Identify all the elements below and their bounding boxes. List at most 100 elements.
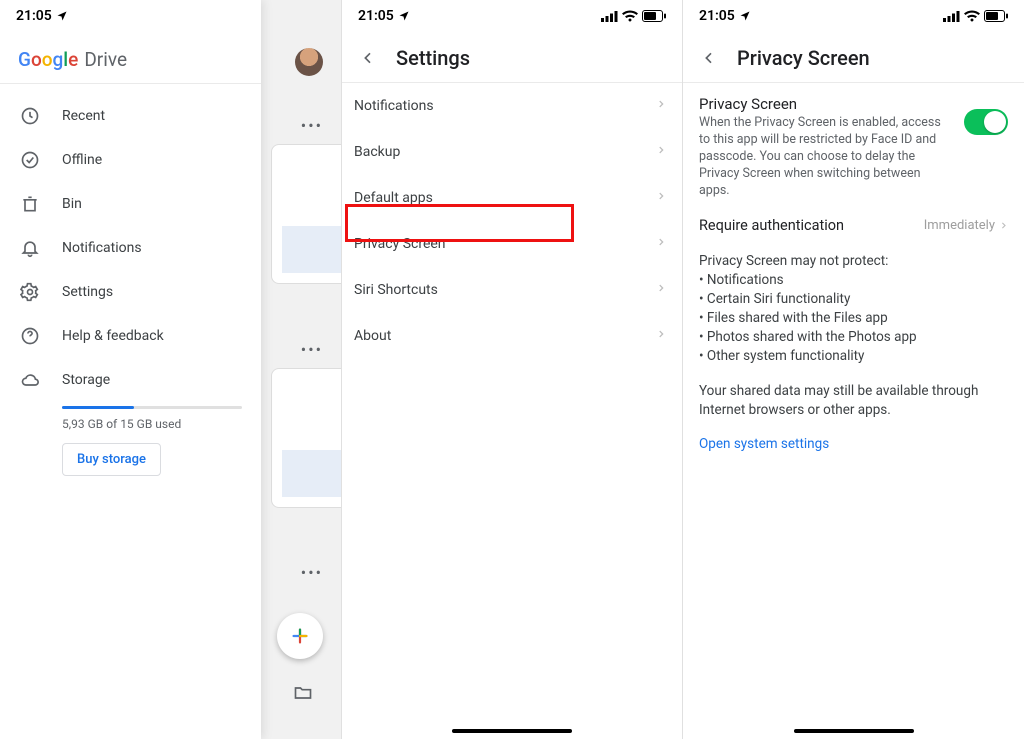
- phone-drawer: ••• ••• ••• 21:05 Googl: [0, 0, 341, 739]
- drive-list-peek: ••• ••• •••: [261, 0, 341, 739]
- drawer-item-storage[interactable]: Storage: [0, 358, 261, 402]
- drawer-label: Offline: [62, 152, 102, 168]
- battery-icon: [984, 10, 1008, 22]
- page-title: Settings: [396, 46, 470, 70]
- folder-tab-icon[interactable]: [293, 683, 313, 707]
- chevron-right-icon: [656, 327, 666, 345]
- drawer-label: Notifications: [62, 240, 142, 256]
- shared-data-note: Your shared data may still be available …: [683, 376, 1024, 426]
- gear-icon: [20, 282, 40, 302]
- privacy-warning: Privacy Screen may not protect: Notifica…: [683, 246, 1024, 375]
- more-icon[interactable]: •••: [301, 116, 323, 135]
- status-bar: 21:05: [342, 0, 682, 32]
- open-system-settings-link[interactable]: Open system settings: [683, 426, 1024, 462]
- clock-icon: [20, 106, 40, 126]
- status-bar: 21:05: [0, 0, 261, 32]
- help-icon: [20, 326, 40, 346]
- warning-item: Photos shared with the Photos app: [699, 328, 1008, 347]
- storage-text: 5,93 GB of 15 GB used: [62, 417, 241, 431]
- settings-row-backup[interactable]: Backup: [342, 129, 682, 175]
- home-indicator[interactable]: [452, 729, 572, 733]
- status-time: 21:05: [358, 8, 394, 24]
- back-button[interactable]: [358, 48, 378, 68]
- drawer-item-recent[interactable]: Recent: [0, 94, 261, 138]
- chevron-left-icon: [360, 50, 376, 66]
- row-label: Default apps: [354, 190, 433, 206]
- location-icon: [739, 10, 751, 22]
- avatar[interactable]: [295, 48, 323, 76]
- privacy-screen-toggle[interactable]: [964, 109, 1008, 135]
- storage-progress: [62, 406, 242, 409]
- signal-icon: [601, 11, 618, 22]
- drawer-label: Settings: [62, 284, 113, 300]
- row-label: About: [354, 328, 391, 344]
- row-label: Notifications: [354, 98, 434, 114]
- file-thumbnail[interactable]: [271, 144, 341, 284]
- cloud-icon: [20, 370, 40, 390]
- settings-row-notifications[interactable]: Notifications: [342, 83, 682, 129]
- status-time: 21:05: [699, 8, 735, 24]
- bin-icon: [20, 194, 40, 214]
- warning-item: Certain Siri functionality: [699, 290, 1008, 309]
- file-thumbnail[interactable]: [271, 368, 341, 508]
- chevron-right-icon: [656, 189, 666, 207]
- chevron-right-icon: [656, 143, 666, 161]
- chevron-right-icon: [656, 281, 666, 299]
- offline-icon: [20, 150, 40, 170]
- privacy-screen-title: Privacy Screen: [699, 95, 954, 113]
- row-label: Siri Shortcuts: [354, 282, 438, 298]
- drawer-label: Recent: [62, 108, 105, 124]
- back-button[interactable]: [699, 48, 719, 68]
- brand-drive: Drive: [84, 48, 127, 71]
- row-label: Privacy Screen: [354, 236, 446, 252]
- more-icon[interactable]: •••: [301, 340, 323, 359]
- privacy-screen-description: When the Privacy Screen is enabled, acce…: [699, 115, 954, 199]
- settings-row-siri[interactable]: Siri Shortcuts: [342, 267, 682, 313]
- home-indicator[interactable]: [794, 729, 914, 733]
- nav-drawer: 21:05 Google Drive Recent Offline: [0, 0, 261, 739]
- warning-item: Other system functionality: [699, 347, 1008, 366]
- settings-row-default-apps[interactable]: Default apps: [342, 175, 682, 221]
- privacy-header: Privacy Screen: [683, 32, 1024, 83]
- phone-settings: 21:05 Settings Notifications Backup Defa: [341, 0, 682, 739]
- storage-block: 5,93 GB of 15 GB used Buy storage: [0, 402, 261, 476]
- status-time: 21:05: [16, 8, 52, 24]
- buy-storage-button[interactable]: Buy storage: [62, 443, 161, 476]
- drawer-item-notifications[interactable]: Notifications: [0, 226, 261, 270]
- plus-icon: [289, 625, 311, 647]
- row-label: Backup: [354, 144, 400, 160]
- signal-icon: [943, 11, 960, 22]
- fab-add[interactable]: [277, 613, 323, 659]
- drawer-label: Bin: [62, 196, 82, 212]
- drawer-item-offline[interactable]: Offline: [0, 138, 261, 182]
- location-icon: [56, 10, 68, 22]
- drawer-label: Help & feedback: [62, 328, 164, 344]
- phone-privacy-screen: 21:05 Privacy Screen Privacy Screen When…: [682, 0, 1024, 739]
- wifi-icon: [622, 10, 638, 22]
- page-title: Privacy Screen: [737, 46, 870, 70]
- warning-intro: Privacy Screen may not protect:: [699, 252, 1008, 271]
- brand-header: Google Drive: [0, 32, 261, 84]
- chevron-left-icon: [701, 50, 717, 66]
- battery-icon: [642, 10, 666, 22]
- wifi-icon: [964, 10, 980, 22]
- settings-row-privacy-screen[interactable]: Privacy Screen: [342, 221, 682, 267]
- warning-item: Notifications: [699, 271, 1008, 290]
- drawer-item-settings[interactable]: Settings: [0, 270, 261, 314]
- require-value: Immediately: [924, 218, 995, 233]
- drawer-item-help[interactable]: Help & feedback: [0, 314, 261, 358]
- location-icon: [398, 10, 410, 22]
- drawer-item-bin[interactable]: Bin: [0, 182, 261, 226]
- chevron-right-icon: [999, 219, 1008, 232]
- require-label: Require authentication: [699, 217, 844, 234]
- require-authentication-row[interactable]: Require authentication Immediately: [683, 205, 1024, 246]
- bell-icon: [20, 238, 40, 258]
- more-icon[interactable]: •••: [301, 563, 323, 582]
- chevron-right-icon: [656, 235, 666, 253]
- chevron-right-icon: [656, 97, 666, 115]
- drawer-label: Storage: [62, 372, 110, 388]
- settings-header: Settings: [342, 32, 682, 83]
- warning-item: Files shared with the Files app: [699, 309, 1008, 328]
- settings-row-about[interactable]: About: [342, 313, 682, 359]
- privacy-toggle-section: Privacy Screen When the Privacy Screen i…: [683, 83, 1024, 205]
